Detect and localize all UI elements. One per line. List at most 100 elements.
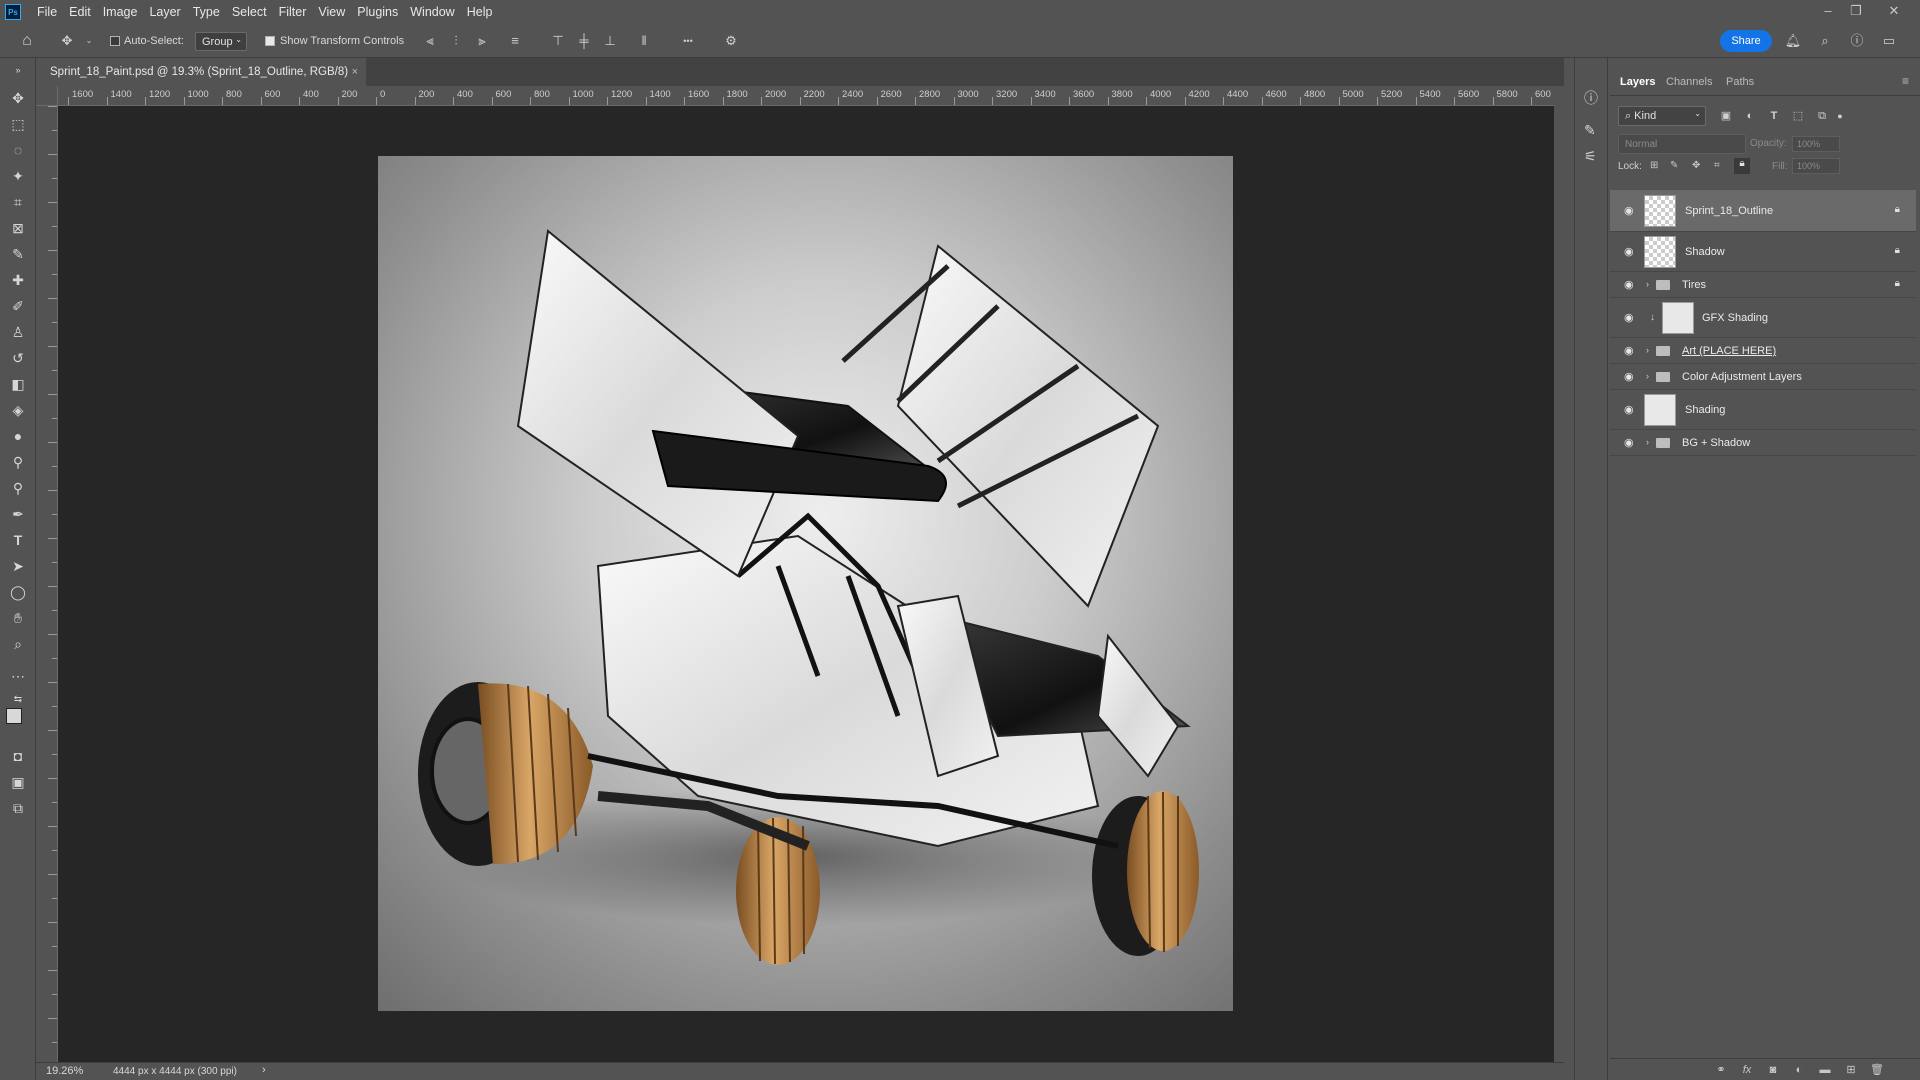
menu-layer[interactable]: Layer [143, 5, 186, 19]
expand-chevron-icon[interactable]: › [1646, 371, 1649, 381]
chevron-down-icon[interactable]: ⌄ [80, 32, 98, 50]
eyedropper-tool-icon[interactable]: ✎ [8, 244, 28, 264]
close-tab-icon[interactable]: × [352, 66, 358, 78]
layer-row-art-place-here[interactable]: ◉ › Art (PLACE HERE) [1610, 338, 1916, 364]
layer-row-tires[interactable]: ◉ › Tires 🔒︎ [1610, 272, 1916, 298]
share-button[interactable]: Share [1720, 30, 1772, 52]
home-icon[interactable]: ⌂ [18, 32, 36, 50]
collapse-icon[interactable]: » [8, 60, 28, 80]
hand-tool-icon[interactable]: ✋︎ [8, 608, 28, 628]
align-left-icon[interactable]: ⫷ [421, 32, 439, 50]
document-tab[interactable]: Sprint_18_Paint.psd @ 19.3% (Sprint_18_O… [36, 58, 366, 86]
info-icon[interactable]: ⓘ [1584, 88, 1598, 108]
new-adjustment-layer-icon[interactable]: ◐ [1792, 1063, 1806, 1077]
layer-row-sprint-18-outline[interactable]: ◉ Sprint_18_Outline 🔒︎ [1610, 190, 1916, 232]
minimize-icon[interactable]: – [1818, 3, 1838, 21]
history-brush-tool-icon[interactable]: ↺ [8, 348, 28, 368]
healing-brush-tool-icon[interactable]: ✚ [8, 270, 28, 290]
content-credentials-icon[interactable]: ⧉ [8, 798, 28, 818]
clone-stamp-tool-icon[interactable]: ♙ [8, 322, 28, 342]
menu-filter[interactable]: Filter [273, 5, 313, 19]
filter-toggle-icon[interactable]: ● [1832, 108, 1848, 124]
align-center-h-icon[interactable]: ⫶ [447, 32, 465, 50]
status-menu-arrow[interactable]: › [262, 1064, 266, 1076]
lasso-tool-icon[interactable]: ◌ [8, 140, 28, 160]
marquee-tool-icon[interactable]: ⬚ [8, 114, 28, 134]
zoom-tool-icon[interactable]: ⌕ [8, 634, 28, 654]
menu-window[interactable]: Window [404, 5, 460, 19]
visibility-eye-icon[interactable]: ◉ [1624, 313, 1638, 324]
adjustments-icon[interactable]: ⚟ [1584, 148, 1597, 165]
zoom-preview-tool-icon[interactable]: ⚲ [8, 478, 28, 498]
link-layers-icon[interactable]: ⚭ [1714, 1063, 1728, 1077]
vertical-ruler[interactable] [36, 106, 58, 1062]
filter-smart-object-icon[interactable]: ⧉ [1814, 108, 1830, 124]
dodge-tool-icon[interactable]: ⚲ [8, 452, 28, 472]
brush-settings-icon[interactable]: ✎ [1584, 122, 1596, 139]
show-transform-checkbox[interactable] [265, 36, 275, 46]
search-icon[interactable]: ⌕ [1816, 32, 1834, 50]
layer-row-color-adjustment-layers[interactable]: ◉ › Color Adjustment Layers [1610, 364, 1916, 390]
menu-file[interactable]: File [31, 5, 63, 19]
restore-icon[interactable]: ❐ [1846, 3, 1866, 21]
layer-name[interactable]: Tires [1682, 279, 1706, 291]
visibility-eye-icon[interactable]: ◉ [1624, 247, 1638, 258]
layer-filter-kind-dropdown[interactable]: ⌕ Kind ⌄ [1618, 106, 1706, 126]
layer-name[interactable]: Shadow [1685, 246, 1725, 258]
eraser-tool-icon[interactable]: ◧ [8, 374, 28, 394]
document-canvas[interactable] [378, 156, 1233, 1011]
layer-name[interactable]: BG + Shadow [1682, 437, 1750, 449]
visibility-eye-icon[interactable]: ◉ [1624, 438, 1638, 449]
tab-layers[interactable]: Layers [1620, 76, 1655, 88]
help-icon[interactable]: ⓘ [1848, 32, 1866, 50]
move-tool-icon[interactable]: ✥ [8, 88, 28, 108]
more-options-icon[interactable]: ••• [679, 32, 697, 50]
tab-paths[interactable]: Paths [1726, 76, 1754, 88]
fill-field[interactable]: 100% [1792, 158, 1840, 174]
bell-icon[interactable]: 🔔︎ [1784, 32, 1802, 50]
layer-name[interactable]: GFX Shading [1702, 312, 1768, 324]
menu-plugins[interactable]: Plugins [351, 5, 404, 19]
menu-edit[interactable]: Edit [63, 5, 97, 19]
lock-all-icon[interactable]: 🔒︎ [1734, 158, 1750, 174]
screen-mode-icon[interactable]: ▣ [8, 772, 28, 792]
panel-menu-icon[interactable]: ≡ [1902, 74, 1909, 88]
visibility-eye-icon[interactable]: ◉ [1624, 346, 1638, 357]
magic-wand-tool-icon[interactable]: ✦ [8, 166, 28, 186]
align-bottom-icon[interactable]: ⊥ [601, 32, 619, 50]
crop-tool-icon[interactable]: ⌗ [8, 192, 28, 212]
layer-row-shadow[interactable]: ◉ Shadow 🔒︎ [1610, 232, 1916, 272]
visibility-eye-icon[interactable]: ◉ [1624, 280, 1638, 291]
new-layer-icon[interactable]: ⊞ [1844, 1063, 1858, 1077]
add-mask-icon[interactable]: ◙ [1766, 1063, 1780, 1077]
blend-mode-dropdown[interactable]: Normal [1618, 134, 1746, 154]
opacity-field[interactable]: 100% [1792, 136, 1840, 152]
foreground-color-swatch[interactable] [6, 708, 22, 724]
close-icon[interactable]: ✕ [1884, 3, 1904, 21]
expand-chevron-icon[interactable]: › [1646, 345, 1649, 355]
menu-help[interactable]: Help [461, 5, 499, 19]
lock-transparency-icon[interactable]: ⊞ [1650, 160, 1658, 171]
distribute-h-icon[interactable]: ‖ [635, 32, 653, 50]
tab-channels[interactable]: Channels [1666, 76, 1712, 88]
zoom-level[interactable]: 19.26% [46, 1065, 83, 1077]
layer-row-shading[interactable]: ◉ Shading [1610, 390, 1916, 430]
lock-image-icon[interactable]: ✎ [1670, 160, 1678, 171]
align-right-icon[interactable]: ⫸ [473, 32, 491, 50]
more-tools-icon[interactable]: ⋯ [8, 666, 28, 686]
layer-style-icon[interactable]: fx [1740, 1063, 1754, 1077]
menu-view[interactable]: View [312, 5, 351, 19]
visibility-eye-icon[interactable]: ◉ [1624, 206, 1638, 217]
layer-row-gfx-shading[interactable]: ◉ ↓ GFX Shading [1610, 298, 1916, 338]
auto-select-checkbox[interactable] [110, 36, 120, 46]
menu-image[interactable]: Image [97, 5, 144, 19]
pen-tool-icon[interactable]: ✒ [8, 504, 28, 524]
auto-select-dropdown[interactable]: Group ⌄ [195, 32, 247, 51]
horizontal-ruler[interactable]: 1600 1400 1200 1000 800 600 400 200 0 200 400 600 80… [58, 86, 1554, 106]
layer-row-bg-shadow[interactable]: ◉ › BG + Shadow [1610, 430, 1916, 456]
ruler-origin[interactable] [36, 86, 58, 106]
filter-pixel-icon[interactable]: ▣ [1718, 108, 1734, 124]
layer-name[interactable]: Color Adjustment Layers [1682, 371, 1802, 383]
layer-name[interactable]: Sprint_18_Outline [1685, 205, 1773, 217]
workspace-icon[interactable]: ▭ [1880, 32, 1898, 50]
